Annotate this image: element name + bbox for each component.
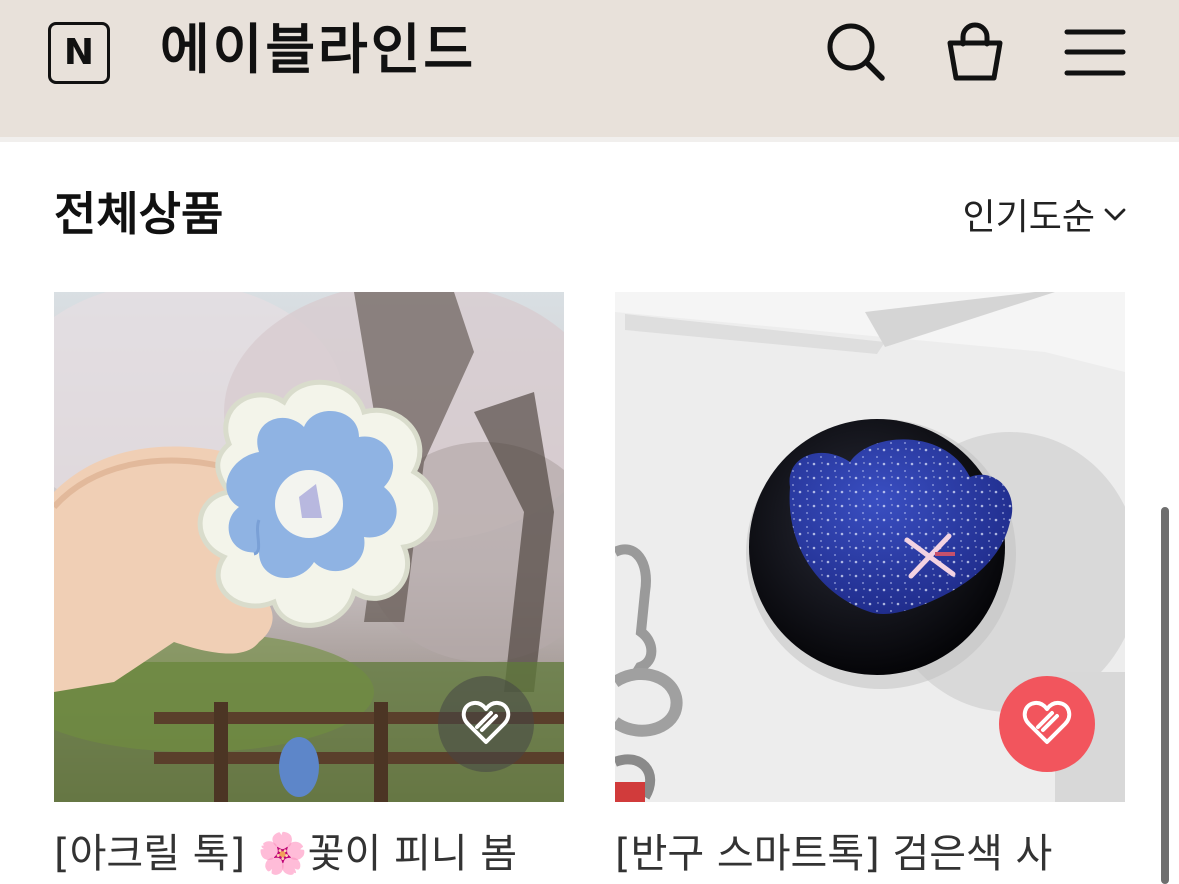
brand-name[interactable]: 에이블라인드 xyxy=(160,14,476,86)
section-title: 전체상품 xyxy=(54,187,224,241)
product-card[interactable]: [아크릴 톡] 🌸꽃이 피니 봄 xyxy=(54,292,564,877)
product-image[interactable] xyxy=(615,292,1125,802)
heart-link-icon xyxy=(458,694,514,754)
app-header: N 에이블라인드 xyxy=(0,0,1179,137)
store-logo[interactable]: N xyxy=(48,22,110,84)
search-icon xyxy=(824,20,886,86)
cart-button[interactable] xyxy=(942,20,1008,86)
sort-label: 인기도순 xyxy=(962,197,1095,238)
product-image[interactable] xyxy=(54,292,564,802)
shopping-bag-icon xyxy=(944,20,1006,86)
search-button[interactable] xyxy=(822,20,888,86)
header-divider xyxy=(0,137,1179,142)
menu-button[interactable] xyxy=(1062,20,1128,86)
logo-letter: N xyxy=(63,32,95,73)
menu-icon xyxy=(1064,20,1126,86)
sort-dropdown[interactable]: 인기도순 xyxy=(963,188,1127,240)
product-name[interactable]: [아크릴 톡] 🌸꽃이 피니 봄 xyxy=(54,826,574,882)
heart-link-icon xyxy=(1019,694,1075,754)
chevron-down-icon xyxy=(1095,194,1127,235)
scrollbar[interactable] xyxy=(1161,507,1169,884)
product-card[interactable]: [반구 스마트톡] 검은색 사 xyxy=(615,292,1125,877)
like-button[interactable] xyxy=(999,676,1095,772)
product-name[interactable]: [반구 스마트톡] 검은색 사 xyxy=(615,826,1135,882)
like-button[interactable] xyxy=(438,676,534,772)
